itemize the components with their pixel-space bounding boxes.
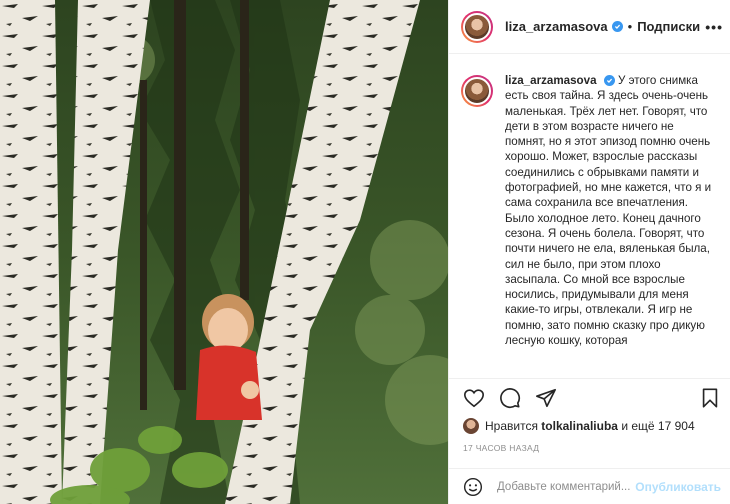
caption-avatar[interactable]	[461, 75, 493, 107]
author-avatar[interactable]	[461, 10, 493, 43]
heart-icon[interactable]	[463, 387, 485, 409]
photo-illustration	[0, 0, 448, 504]
action-bar	[449, 378, 730, 416]
caption: liza_arzamasova У этого снимка есть своя…	[505, 73, 717, 378]
author-username[interactable]: liza_arzamasova	[505, 19, 608, 34]
comment-input[interactable]	[497, 480, 647, 493]
likes-summary: Нравится tolkalinaliuba и ещё 17 904	[463, 416, 695, 436]
caption-area: liza_arzamasova У этого снимка есть своя…	[449, 55, 730, 378]
comment-bar: Опубликовать	[449, 468, 730, 504]
verified-icon	[603, 75, 615, 87]
bookmark-icon[interactable]	[699, 387, 721, 409]
verified-icon	[611, 21, 623, 32]
post-details-panel: liza_arzamasova • Подписки ••• liza_arza…	[448, 0, 730, 504]
header-separator: •	[627, 19, 633, 34]
liker-avatar[interactable]	[463, 418, 479, 434]
caption-username[interactable]: liza_arzamasova	[505, 74, 597, 87]
caption-text: У этого снимка есть своя тайна. Я здесь …	[505, 74, 712, 348]
post-photo[interactable]	[0, 0, 448, 504]
comment-icon[interactable]	[499, 387, 521, 409]
likes-prefix: Нравится	[485, 419, 538, 433]
post-timestamp[interactable]: 17 ЧАСОВ НАЗАД	[463, 443, 539, 453]
share-icon[interactable]	[535, 387, 557, 409]
more-options-icon[interactable]: •••	[705, 19, 723, 35]
following-button[interactable]: Подписки	[637, 19, 700, 34]
publish-button[interactable]: Опубликовать	[635, 480, 721, 494]
likes-count[interactable]: и ещё 17 904	[621, 419, 694, 433]
liker-username[interactable]: tolkalinaliuba	[541, 419, 618, 433]
post-header: liza_arzamasova • Подписки •••	[449, 0, 730, 54]
emoji-icon[interactable]	[463, 477, 483, 497]
